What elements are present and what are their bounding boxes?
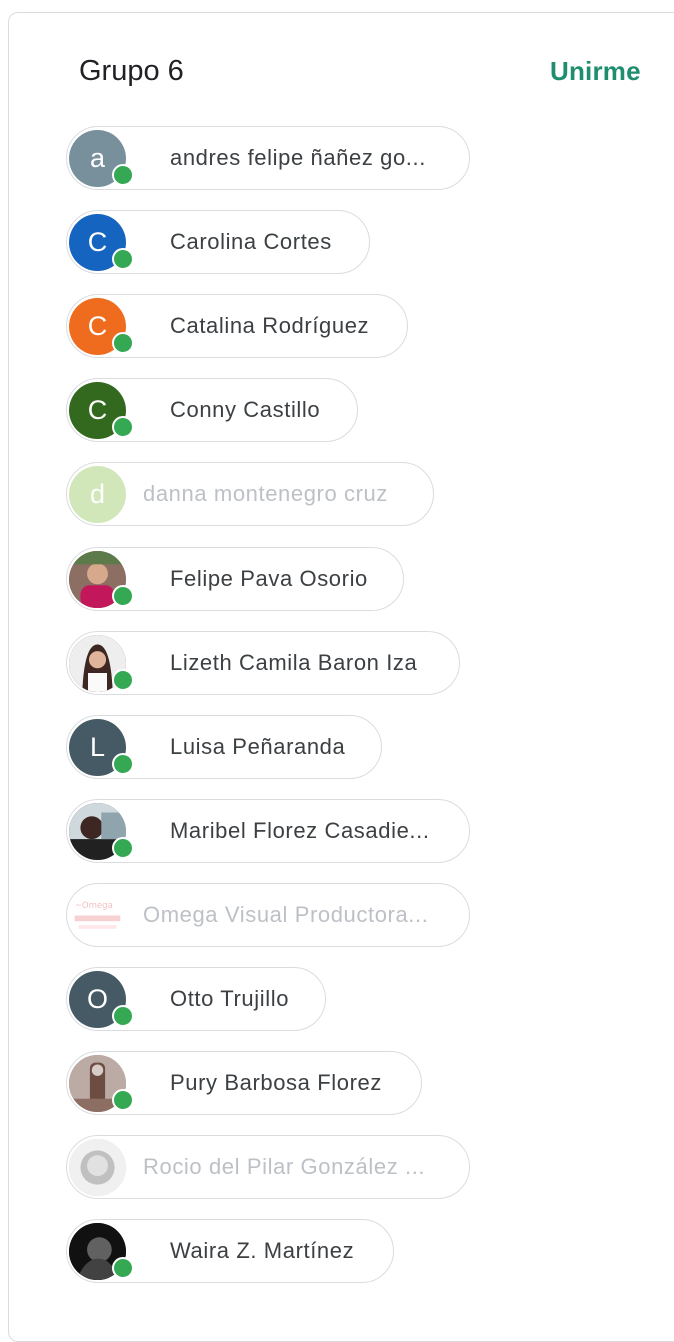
member-name: Carolina Cortes <box>170 229 332 254</box>
member-chip[interactable]: Pury Barbosa Florez <box>66 1051 422 1115</box>
online-status-icon <box>112 1257 134 1279</box>
member-chip[interactable]: Rocio del Pilar González ... <box>66 1135 470 1199</box>
member-chip[interactable]: C Catalina Rodríguez <box>66 294 408 358</box>
member-name: Waira Z. Martínez <box>170 1238 355 1263</box>
member-chip[interactable]: Lizeth Camila Baron Iza <box>66 631 460 695</box>
member-chip[interactable]: Waira Z. Martínez <box>66 1219 394 1283</box>
member-name: Felipe Pava Osorio <box>170 566 368 591</box>
online-status-icon <box>112 1089 134 1111</box>
avatar: ~Omega <box>69 887 126 944</box>
member-name: danna montenegro cruz <box>143 481 388 506</box>
member-name: Rocio del Pilar González ... <box>143 1154 426 1179</box>
member-name: andres felipe ñañez go... <box>170 145 426 170</box>
member-chip[interactable]: C Conny Castillo <box>66 378 358 442</box>
member-name: Otto Trujillo <box>170 986 290 1011</box>
member-chip[interactable]: L Luisa Peñaranda <box>66 715 382 779</box>
online-status-icon <box>112 416 134 438</box>
online-status-icon <box>112 1005 134 1027</box>
online-status-icon <box>112 753 134 775</box>
member-name: Catalina Rodríguez <box>170 313 370 338</box>
online-status-icon <box>112 585 134 607</box>
avatar <box>69 1139 126 1196</box>
member-chip[interactable]: d danna montenegro cruz <box>66 462 434 526</box>
online-status-icon <box>112 248 134 270</box>
online-status-icon <box>112 332 134 354</box>
member-chip[interactable]: Felipe Pava Osorio <box>66 547 404 611</box>
avatar: d <box>69 466 126 523</box>
online-status-icon <box>112 669 134 691</box>
member-chip[interactable]: C Carolina Cortes <box>66 210 370 274</box>
join-button[interactable]: Unirme <box>550 56 641 87</box>
member-name: Lizeth Camila Baron Iza <box>170 650 418 675</box>
member-chip[interactable]: ~Omega Omega Visual Productora... <box>66 883 470 947</box>
member-chip[interactable]: O Otto Trujillo <box>66 967 326 1031</box>
member-name: Omega Visual Productora... <box>143 902 429 927</box>
member-chip[interactable]: Maribel Florez Casadie... <box>66 799 470 863</box>
svg-text:~Omega: ~Omega <box>75 901 113 911</box>
member-chip[interactable]: a andres felipe ñañez go... <box>66 126 470 190</box>
member-name: Maribel Florez Casadie... <box>170 818 430 843</box>
member-name: Pury Barbosa Florez <box>170 1070 382 1095</box>
online-status-icon <box>112 837 134 859</box>
member-name: Conny Castillo <box>170 397 321 422</box>
member-name: Luisa Peñaranda <box>170 734 346 759</box>
group-title: Grupo 6 <box>79 55 184 87</box>
online-status-icon <box>112 164 134 186</box>
